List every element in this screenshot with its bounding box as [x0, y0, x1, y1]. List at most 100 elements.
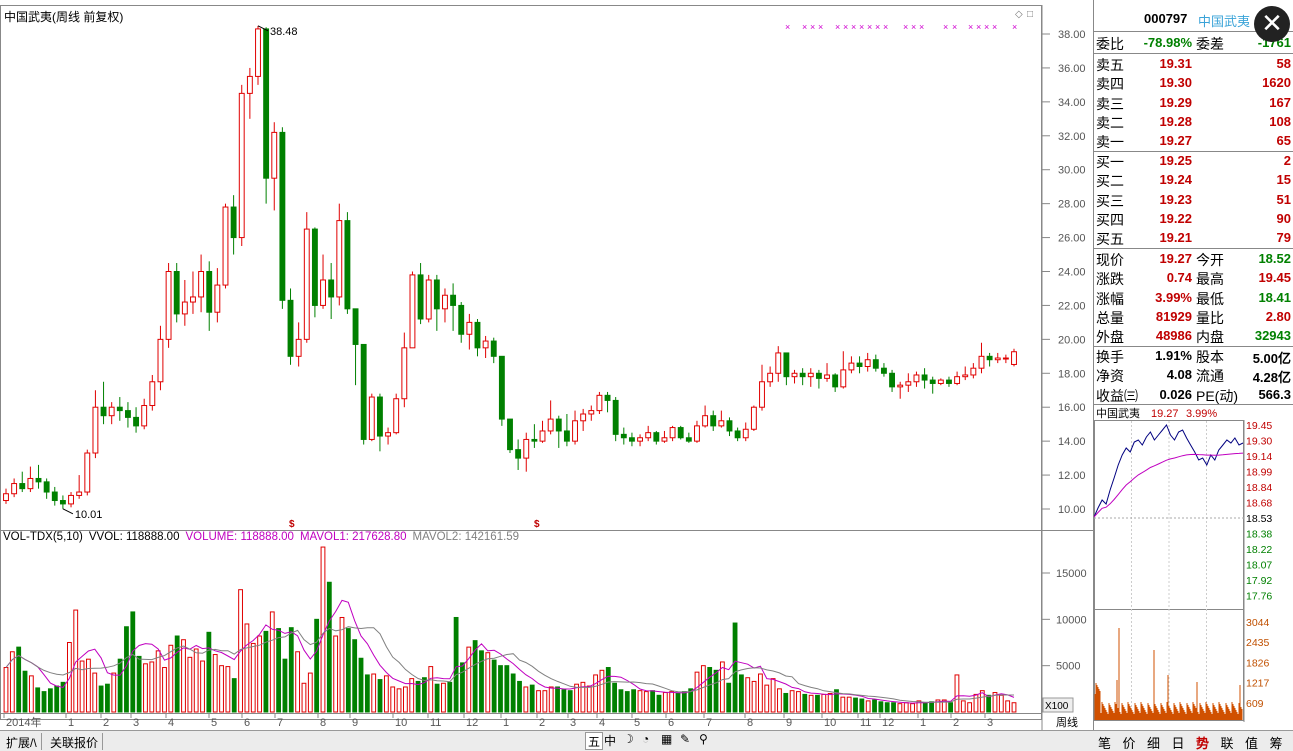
candle: [848, 362, 855, 371]
toolbar-button[interactable]: 中: [604, 732, 616, 750]
volume-bar: [276, 628, 282, 713]
panel-tab[interactable]: 笔: [1098, 733, 1111, 751]
volume-bar: [314, 618, 320, 713]
candle: [271, 131, 278, 179]
volume-bar: [307, 672, 313, 713]
volume-bar: [447, 681, 453, 713]
volume-bar: [1005, 700, 1011, 713]
intraday-tick: 18.22: [1246, 544, 1272, 556]
toolbar-button[interactable]: ✎: [680, 732, 690, 750]
buy-level-row: 买五 19.21 79: [1094, 229, 1293, 248]
panel-tab[interactable]: 值: [1245, 733, 1258, 751]
low-marker: [62, 508, 74, 515]
y-tick-label: 24.00: [1058, 267, 1086, 279]
toolbar-button[interactable]: ☽: [623, 732, 634, 750]
volume-bar: [47, 688, 53, 713]
volume-bar: [117, 658, 123, 713]
volume-bar: [960, 700, 966, 713]
volume-bar: [219, 665, 224, 713]
panel-tab[interactable]: 细: [1147, 733, 1160, 751]
candle: [35, 477, 42, 483]
volume-legend: VOL-TDX(5,10) VVOL: 118888.00 VOLUME: 1188…: [3, 531, 525, 543]
candle: [750, 406, 757, 430]
vol-indicator-name[interactable]: VOL-TDX(5,10): [3, 531, 83, 543]
volume-bar: [853, 697, 858, 713]
vol-tick-label: 10000: [1056, 614, 1087, 626]
row-label: 涨幅: [1096, 290, 1124, 307]
candle: [458, 304, 465, 335]
tab-related-quotes[interactable]: 关联报价: [46, 733, 104, 750]
volume-bar: [542, 690, 548, 713]
x-tick-label: 12: [466, 717, 478, 729]
candle: [76, 491, 83, 496]
toolbar-button[interactable]: ⚲: [699, 732, 708, 750]
toolbar-button[interactable]: ▦: [661, 732, 672, 750]
chart-title: 中国武夷(周线 前复权): [4, 10, 124, 24]
info-marker: ×: [818, 22, 823, 32]
panel-tab[interactable]: 日: [1172, 733, 1185, 751]
info-marker: ×: [919, 22, 924, 32]
volume-bar: [301, 682, 307, 713]
intraday-chart[interactable]: 中国武夷 19.27 3.99% 19.45 19.30 19.14 18.99 18.84 1…: [1094, 404, 1293, 730]
volume-bar: [510, 673, 516, 713]
volume-bar: [618, 689, 624, 713]
candle: [555, 418, 562, 432]
fundamental-row: 净资 4.08 流通 4.28亿: [1094, 366, 1293, 385]
candle: [815, 372, 822, 379]
row-value-2: 32943: [1254, 328, 1291, 344]
row-label: 卖三: [1096, 95, 1124, 112]
volume-bar: [612, 682, 618, 713]
row-label: 卖二: [1096, 114, 1124, 131]
x-tick-label: 4: [599, 717, 605, 729]
close-button[interactable]: ✕: [1254, 6, 1290, 42]
candle: [856, 362, 863, 368]
panel-tab[interactable]: 筹: [1270, 733, 1283, 751]
candle: [474, 321, 481, 349]
volume-bar: [840, 696, 846, 713]
x-tick-label: 6: [244, 717, 250, 729]
candle: [832, 374, 839, 388]
high-label: 38.48: [270, 26, 298, 38]
candle: [661, 437, 668, 442]
panel-tab[interactable]: 势: [1196, 733, 1209, 751]
info-marker: ×: [992, 22, 997, 32]
volume-bar: [897, 703, 903, 713]
row-value-2: 18.41: [1258, 289, 1291, 305]
volume-bar: [396, 688, 402, 713]
x-tick-label: 10: [824, 717, 836, 729]
toolbar-button[interactable]: ◔: [642, 732, 649, 750]
volume-bar: [105, 683, 110, 713]
x-tick-label: 9: [352, 717, 358, 729]
volume-bar: [231, 678, 237, 713]
candle: [710, 415, 717, 427]
panel-tab[interactable]: 联: [1221, 733, 1234, 751]
row-value-2: 108: [1269, 113, 1291, 129]
candle: [417, 274, 424, 320]
candle: [490, 340, 497, 357]
row-label: 买一: [1096, 154, 1124, 170]
volume-bar: [789, 690, 795, 713]
volume-bar: [770, 678, 776, 713]
candle: [255, 28, 261, 77]
candle: [783, 352, 790, 378]
row-label: 卖一: [1096, 134, 1124, 151]
x-tick-label: 2: [953, 717, 959, 729]
candle: [246, 75, 253, 94]
volume-bar: [821, 693, 827, 713]
low-label: 10.01: [75, 509, 103, 521]
intraday-vol-tick: 2435: [1246, 637, 1270, 649]
toolbar-button[interactable]: 五: [585, 732, 604, 750]
panel-tab[interactable]: 价: [1123, 733, 1136, 751]
candle: [133, 416, 140, 427]
row-label: 换手: [1096, 349, 1124, 365]
chart-canvas[interactable]: 38.00 36.00 34.00 32.00 30.00 28.00 26.00 24.00…: [0, 0, 1093, 730]
candle: [279, 131, 286, 301]
buy-level-row: 买三 19.23 51: [1094, 191, 1293, 210]
tab-expand[interactable]: 扩展/\: [2, 733, 42, 750]
y-tick-label: 26.00: [1058, 233, 1086, 245]
volume-bar: [390, 686, 396, 713]
candle: [482, 340, 489, 349]
volume-bar: [168, 644, 174, 713]
volume-bar: [777, 688, 782, 713]
volume-bar: [681, 691, 687, 713]
